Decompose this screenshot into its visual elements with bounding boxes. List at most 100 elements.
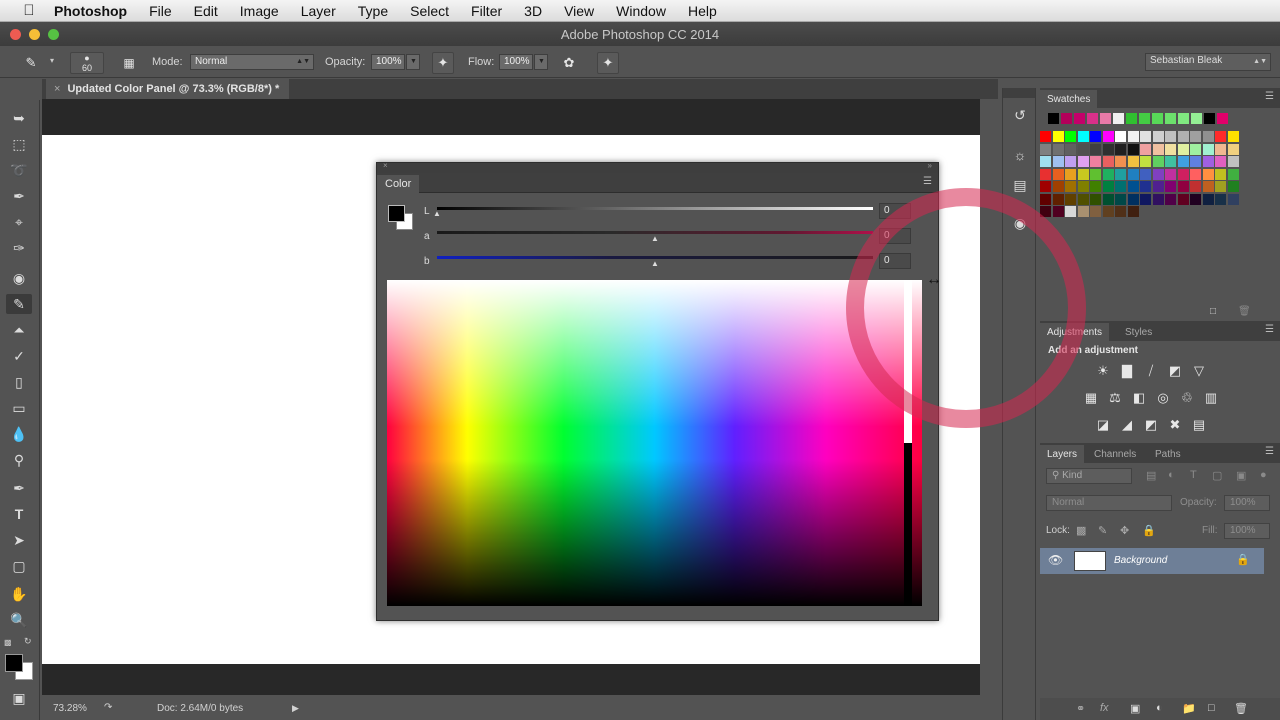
slider-a-thumb[interactable]: ▲ <box>651 234 659 243</box>
menu-3d[interactable]: 3D <box>524 3 542 19</box>
swatch[interactable] <box>1177 143 1189 155</box>
new-group-icon[interactable]: 📁 <box>1182 702 1196 715</box>
opacity-input[interactable]: 100% <box>371 54 405 70</box>
filter-toggle-icon[interactable]: ● <box>1260 469 1267 481</box>
slider-l-value[interactable]: 0 <box>879 203 911 219</box>
swatch[interactable] <box>1227 156 1239 167</box>
swatch[interactable] <box>1178 113 1189 124</box>
swatch[interactable] <box>1215 181 1226 192</box>
swatch[interactable] <box>1077 143 1089 155</box>
levels-icon[interactable]: ▇ <box>1118 362 1136 380</box>
foreground-color-swatch[interactable] <box>5 654 23 672</box>
swatch[interactable] <box>1140 181 1151 192</box>
color-balance-icon[interactable]: ⚖ <box>1106 389 1124 407</box>
new-swatch-icon[interactable]: □ <box>1210 306 1216 317</box>
delete-swatch-icon[interactable]: 🗑 <box>1238 306 1251 317</box>
vibrance-icon[interactable]: ▽ <box>1190 362 1208 380</box>
swatch[interactable] <box>1165 131 1176 142</box>
status-menu-arrow-icon[interactable]: ▶ <box>292 703 299 714</box>
menu-filter[interactable]: Filter <box>471 3 502 19</box>
swatch[interactable] <box>1204 113 1215 124</box>
swatch[interactable] <box>1190 181 1201 192</box>
swatch[interactable] <box>1040 168 1051 180</box>
filter-type-icon[interactable]: T <box>1190 469 1197 481</box>
swatch[interactable] <box>1127 193 1139 205</box>
pressure-opacity-icon[interactable]: ✦ <box>432 52 454 74</box>
invert-icon[interactable]: ◪ <box>1094 416 1112 434</box>
swatch[interactable] <box>1052 156 1064 167</box>
lock-position-icon[interactable]: ✥ <box>1120 524 1129 537</box>
black-white-ramp[interactable] <box>904 280 912 606</box>
brush-panel-toggle-icon[interactable]: ▦ <box>118 52 140 74</box>
filter-shape-icon[interactable]: ▢ <box>1212 469 1222 482</box>
swatch[interactable] <box>1190 168 1201 180</box>
swatch[interactable] <box>1165 143 1176 155</box>
swatch[interactable] <box>1227 181 1239 192</box>
quick-mask-icon[interactable]: ▣ <box>6 688 32 708</box>
lasso-tool-icon[interactable]: ➰ <box>6 160 32 180</box>
swatch[interactable] <box>1140 193 1151 205</box>
hand-tool-icon[interactable]: ✋ <box>6 584 32 604</box>
swatch[interactable] <box>1077 131 1089 142</box>
swatch[interactable] <box>1090 143 1101 155</box>
swatch[interactable] <box>1127 131 1139 142</box>
channel-mixer-icon[interactable]: ♲ <box>1178 389 1196 407</box>
document-tab[interactable]: × Updated Color Panel @ 73.3% (RGB/8*) * <box>46 79 290 99</box>
layer-filter-select[interactable]: ⚲ Kind <box>1046 468 1132 484</box>
swatch[interactable] <box>1090 181 1101 192</box>
panel-menu-icon[interactable]: ☰ <box>1265 91 1274 102</box>
selective-color-icon[interactable]: ✖ <box>1166 416 1184 434</box>
photo-filter-icon[interactable]: ◎ <box>1154 389 1172 407</box>
eyedropper-tool-icon[interactable]: ✑ <box>6 238 32 258</box>
swatch[interactable] <box>1190 143 1201 155</box>
swatch[interactable] <box>1140 156 1151 167</box>
swatch[interactable] <box>1115 143 1126 155</box>
clone-stamp-tool-icon[interactable]: ⏶ <box>6 320 32 340</box>
swatch[interactable] <box>1065 131 1076 142</box>
swatch[interactable] <box>1177 156 1189 167</box>
swatch[interactable] <box>1202 193 1214 205</box>
layer-opacity-input[interactable]: 100% <box>1224 495 1270 511</box>
swatch[interactable] <box>1202 156 1214 167</box>
swatch[interactable] <box>1077 193 1089 205</box>
brush-presets-panel-icon[interactable]: ▤ <box>1009 174 1031 196</box>
swatch[interactable] <box>1077 181 1089 192</box>
layer-style-icon[interactable]: fx <box>1100 702 1109 714</box>
swatch[interactable] <box>1152 156 1164 167</box>
new-adjustment-layer-icon[interactable]: ◐ <box>1156 702 1163 714</box>
tab-color[interactable]: Color <box>377 175 420 193</box>
panel-menu-icon[interactable]: ☰ <box>923 176 932 187</box>
swap-colors-icon[interactable]: ↻ <box>24 636 32 647</box>
swatch[interactable] <box>1040 143 1051 155</box>
swatch[interactable] <box>1227 143 1239 155</box>
swatch[interactable] <box>1140 131 1151 142</box>
move-tool-icon[interactable]: ➥ <box>6 108 32 128</box>
swatch[interactable] <box>1127 156 1139 167</box>
swatch[interactable] <box>1115 131 1126 142</box>
swatch[interactable] <box>1115 168 1126 180</box>
swatch[interactable] <box>1052 206 1064 217</box>
layer-row[interactable]: 👁 Background 🔒 <box>1040 548 1264 574</box>
swatch[interactable] <box>1215 143 1226 155</box>
panel-drag-bar[interactable]: × » <box>377 161 938 173</box>
fill-input[interactable]: 100% <box>1224 523 1270 539</box>
close-tab-icon[interactable]: × <box>54 83 60 95</box>
brush-preset-icon[interactable]: ✎ <box>20 52 42 74</box>
swatch[interactable] <box>1165 193 1176 205</box>
swatch[interactable] <box>1090 193 1101 205</box>
menu-view[interactable]: View <box>564 3 594 19</box>
swatch[interactable] <box>1040 206 1051 217</box>
swatch[interactable] <box>1126 113 1137 124</box>
swatch[interactable] <box>1040 156 1051 167</box>
pressure-size-icon[interactable]: ✦ <box>597 52 619 74</box>
collapse-panel-icon[interactable]: » <box>928 161 932 170</box>
swatch[interactable] <box>1115 156 1126 167</box>
pen-tool-icon[interactable]: ✒ <box>6 478 32 498</box>
menu-window[interactable]: Window <box>616 3 666 19</box>
swatch[interactable] <box>1152 168 1164 180</box>
filter-pixel-icon[interactable]: ▤ <box>1146 469 1156 482</box>
swatch[interactable] <box>1040 181 1051 192</box>
swatch[interactable] <box>1190 156 1201 167</box>
marquee-tool-icon[interactable]: ⬚ <box>6 134 32 154</box>
default-colors-icon[interactable]: ▩ <box>4 638 12 647</box>
